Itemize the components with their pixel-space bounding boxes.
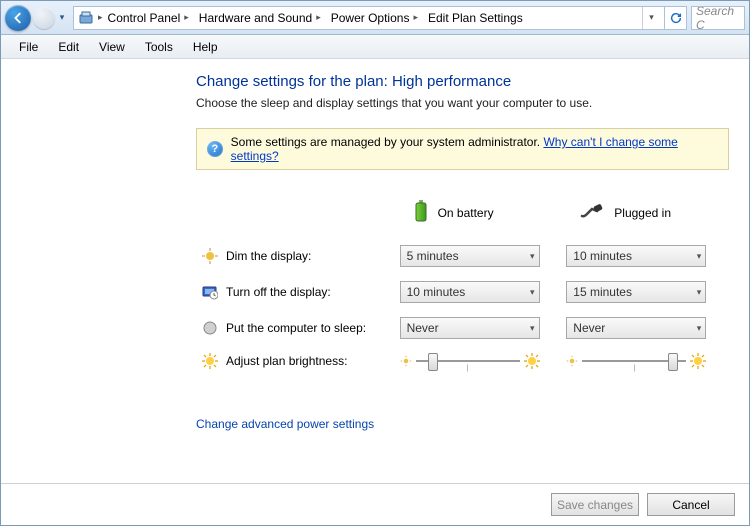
page-title: Change settings for the plan: High perfo… xyxy=(196,73,729,90)
menu-help[interactable]: Help xyxy=(185,38,226,56)
breadcrumb-item[interactable]: Edit Plan Settings xyxy=(423,11,528,25)
brightness-icon xyxy=(202,353,218,369)
column-battery-label: On battery xyxy=(438,206,494,220)
save-button[interactable]: Save changes xyxy=(551,493,639,516)
turnoff-display-label: Turn off the display: xyxy=(226,285,331,299)
history-dropdown[interactable]: ▾ xyxy=(57,12,67,23)
turnoff-plugged-dropdown[interactable]: 15 minutes▾ xyxy=(566,281,706,303)
brightness-label: Adjust plan brightness: xyxy=(226,354,347,368)
turnoff-battery-dropdown[interactable]: 10 minutes▾ xyxy=(400,281,540,303)
turnoff-display-icon xyxy=(202,284,218,300)
sun-small-icon xyxy=(566,355,578,367)
settings-grid: On battery Plugged in Dim the xyxy=(196,192,729,377)
navigation-bar: ▾ ▸ Control Panel▸ Hardware and Sound▸ P… xyxy=(1,1,749,35)
sun-small-icon xyxy=(400,355,412,367)
sleep-battery-dropdown[interactable]: Never▾ xyxy=(400,317,540,339)
battery-icon xyxy=(414,200,428,225)
menu-bar: File Edit View Tools Help xyxy=(1,35,749,59)
control-panel-icon xyxy=(78,10,94,26)
page-description: Choose the sleep and display settings th… xyxy=(196,96,729,110)
refresh-button[interactable] xyxy=(665,6,687,30)
search-input[interactable]: Search C xyxy=(691,6,745,30)
brightness-plugged-slider[interactable] xyxy=(566,353,706,369)
admin-notice: ? Some settings are managed by your syst… xyxy=(196,128,729,170)
breadcrumb[interactable]: ▸ Control Panel▸ Hardware and Sound▸ Pow… xyxy=(73,6,665,30)
menu-view[interactable]: View xyxy=(91,38,133,56)
footer: Save changes Cancel xyxy=(1,483,749,525)
content-area: Change settings for the plan: High perfo… xyxy=(1,59,749,483)
search-placeholder: Search C xyxy=(696,6,740,30)
dim-display-icon xyxy=(202,248,218,264)
breadcrumb-dropdown[interactable]: ▾ xyxy=(642,7,660,29)
sun-large-icon xyxy=(524,353,540,369)
menu-file[interactable]: File xyxy=(11,38,46,56)
plug-icon xyxy=(580,203,604,222)
breadcrumb-item[interactable]: Control Panel▸ xyxy=(103,11,194,25)
breadcrumb-item[interactable]: Hardware and Sound▸ xyxy=(194,11,326,25)
brightness-battery-slider[interactable] xyxy=(400,353,540,369)
forward-button[interactable] xyxy=(33,7,55,29)
sleep-label: Put the computer to sleep: xyxy=(226,321,366,335)
sun-large-icon xyxy=(690,353,706,369)
advanced-settings-link[interactable]: Change advanced power settings xyxy=(196,417,374,431)
back-button[interactable] xyxy=(5,5,31,31)
menu-edit[interactable]: Edit xyxy=(50,38,87,56)
sleep-icon xyxy=(202,320,218,336)
dim-display-label: Dim the display: xyxy=(226,249,311,263)
breadcrumb-item[interactable]: Power Options▸ xyxy=(326,11,423,25)
dim-battery-dropdown[interactable]: 5 minutes▾ xyxy=(400,245,540,267)
menu-tools[interactable]: Tools xyxy=(137,38,181,56)
notice-text: Some settings are managed by your system… xyxy=(231,135,540,149)
sleep-plugged-dropdown[interactable]: Never▾ xyxy=(566,317,706,339)
cancel-button[interactable]: Cancel xyxy=(647,493,735,516)
info-icon: ? xyxy=(207,141,223,157)
column-plugged-label: Plugged in xyxy=(614,206,671,220)
dim-plugged-dropdown[interactable]: 10 minutes▾ xyxy=(566,245,706,267)
